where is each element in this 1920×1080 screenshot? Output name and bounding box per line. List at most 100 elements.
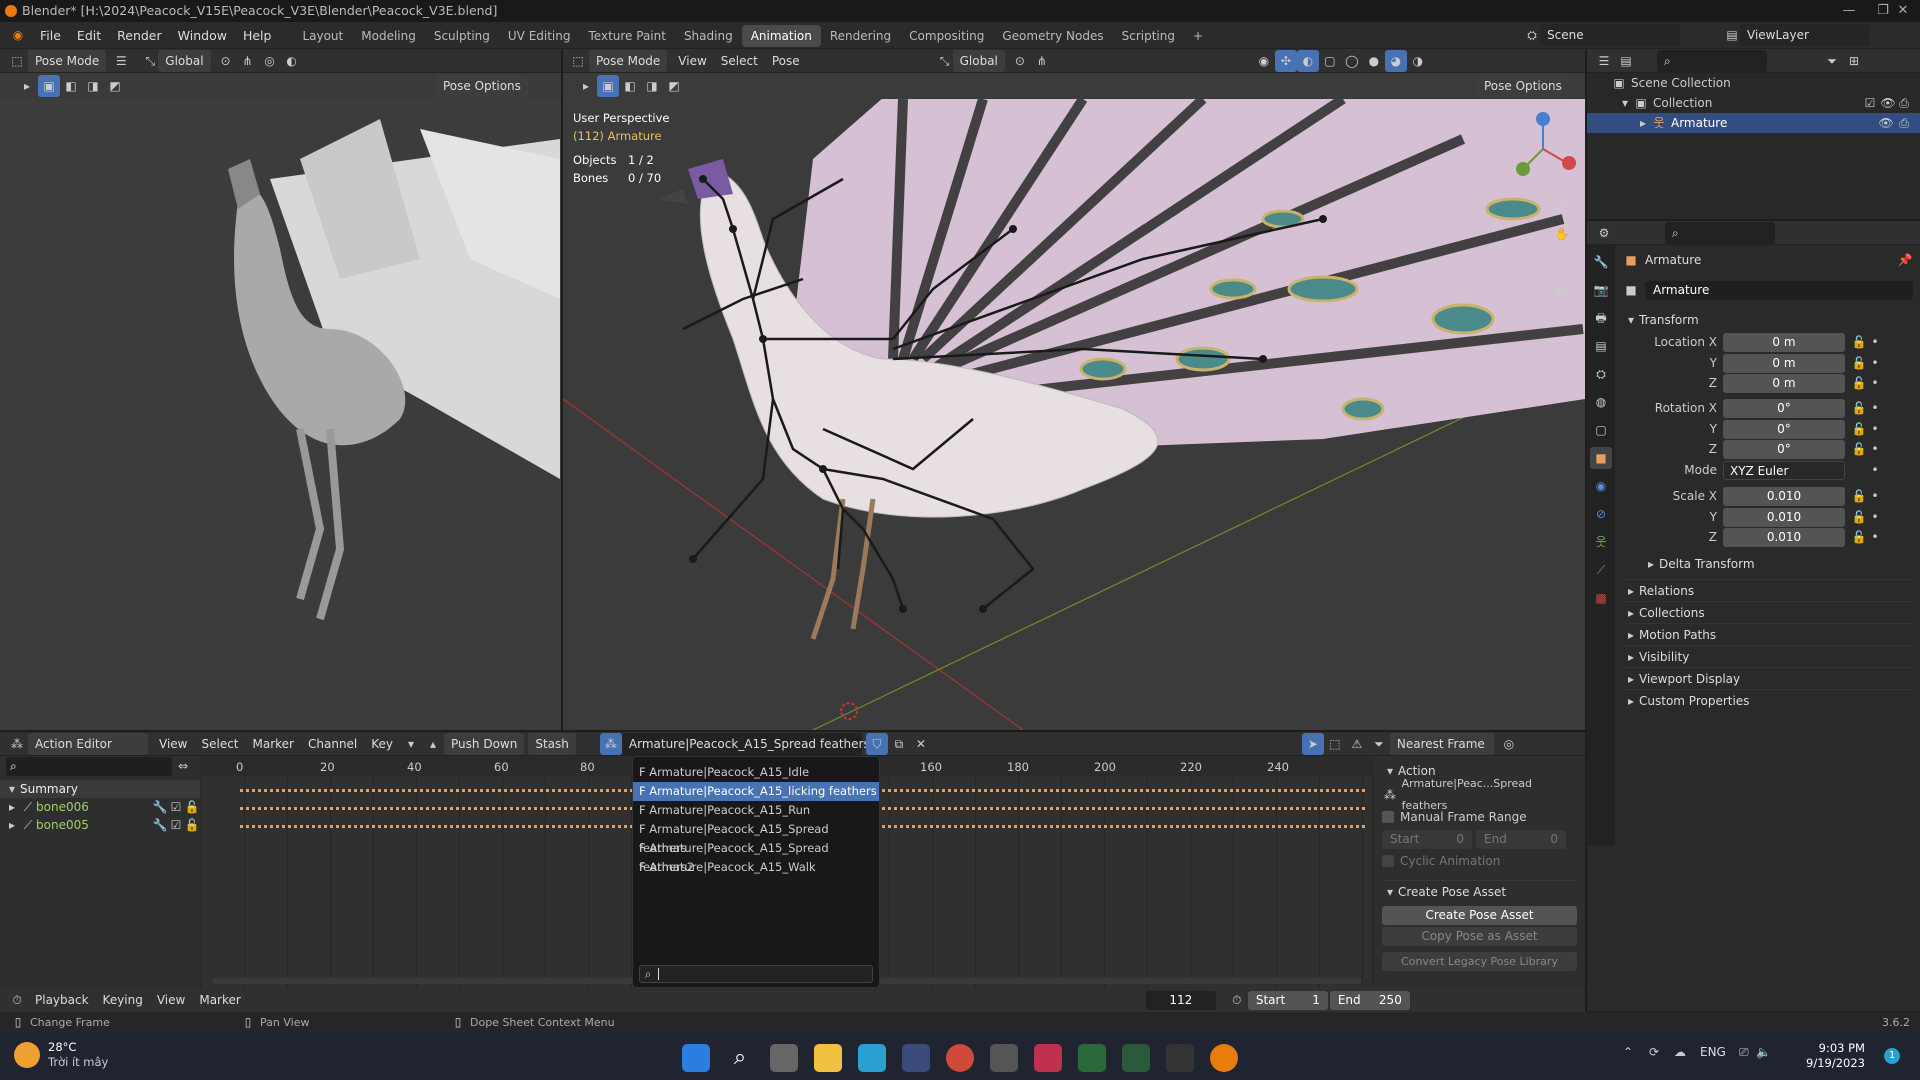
only-selected-icon[interactable]: ➤ <box>1301 732 1324 755</box>
tab-rendering[interactable]: Rendering <box>821 25 900 47</box>
constraint-tab-icon[interactable]: ⊘ <box>1590 503 1612 525</box>
eye-icon[interactable]: 👁 <box>1880 95 1896 111</box>
menu-window[interactable]: Window <box>170 22 235 49</box>
search-icon[interactable]: ⌕ <box>726 1044 754 1072</box>
proportional-icon[interactable]: ◎ <box>259 50 281 72</box>
outliner-search-icon[interactable]: ⌕ <box>1657 49 1767 72</box>
lock-icon[interactable]: 🔓 <box>1851 421 1867 437</box>
bone-tab-icon[interactable]: ⟋ <box>1590 559 1612 581</box>
range-start-field[interactable]: Start 0 <box>1382 829 1472 849</box>
scene-name[interactable]: Scene <box>1540 24 1680 46</box>
armature-render-icon[interactable]: ⎙ <box>1896 115 1912 131</box>
left-mode-dropdown[interactable]: Pose Mode <box>28 49 107 72</box>
texture-tab-icon[interactable]: ▩ <box>1590 587 1612 609</box>
main-snap-icon[interactable]: ⋔ <box>1031 50 1053 72</box>
minimize-button[interactable]: — <box>1832 0 1866 22</box>
object-data-icon[interactable]: ■ <box>1623 282 1639 298</box>
relations-header[interactable]: ▸ Relations <box>1623 579 1913 601</box>
action-editor-mode-dropdown[interactable]: Action Editor <box>28 732 148 755</box>
scale-y-field[interactable]: 0.010 <box>1723 507 1845 527</box>
keyframe-dot-icon[interactable]: • <box>1867 421 1883 437</box>
left-pose-options[interactable]: Pose Options <box>436 75 528 97</box>
cloud-icon[interactable]: ☁ <box>1672 1044 1688 1060</box>
delta-transform-header[interactable]: ▸ Delta Transform <box>1643 553 1913 575</box>
app-icon-2[interactable] <box>1034 1044 1062 1072</box>
lock-icon[interactable]: 🔓 <box>1851 529 1867 545</box>
render-tab-icon[interactable]: 📷 <box>1590 279 1612 301</box>
transform-header[interactable]: ▾ Transform <box>1623 309 1913 331</box>
main-menu-select[interactable]: Select <box>714 50 765 72</box>
app-icon-4[interactable] <box>1122 1044 1150 1072</box>
add-workspace-icon[interactable]: + <box>1184 25 1212 47</box>
expand-arrow-icon[interactable]: ▸ <box>1635 115 1651 131</box>
app-icon-3[interactable] <box>1078 1044 1106 1072</box>
collection-tab-icon[interactable]: ▢ <box>1590 419 1612 441</box>
left-orientation-dropdown[interactable]: Global <box>158 49 211 72</box>
timeline-menu-keying[interactable]: Keying <box>96 989 150 1011</box>
channel-search-icon[interactable]: ⌕ <box>6 756 173 776</box>
cyclic-row[interactable]: Cyclic Animation <box>1382 850 1577 872</box>
action-option[interactable]: F Armature|Peacock_A15_Walk <box>633 858 879 877</box>
armature-data-tab-icon[interactable]: 웃 <box>1590 531 1612 553</box>
solid-shading-icon[interactable]: ● <box>1363 50 1385 72</box>
lock-icon[interactable]: 🔓 <box>1851 509 1867 525</box>
outliner-display-icon[interactable]: ▤ <box>1615 50 1637 72</box>
lock-icon[interactable]: 🔓 <box>1851 375 1867 391</box>
weather-widget[interactable]: 28°C Trời ít mây <box>14 1040 108 1070</box>
location-z-field[interactable]: 0 m <box>1723 373 1845 393</box>
select-subtract-icon[interactable]: ◨ <box>82 75 104 97</box>
stopwatch-icon[interactable]: ⏱ <box>1226 989 1248 1011</box>
notification-badge[interactable]: 1 <box>1884 1048 1900 1064</box>
main-editor-type-icon[interactable]: ⬚ <box>567 50 589 72</box>
swap-icon[interactable]: ⇔ <box>172 755 194 777</box>
unlink-action-icon[interactable]: ✕ <box>910 733 932 755</box>
keyframe-dot-icon[interactable]: • <box>1867 462 1883 478</box>
dopesheet-editor-icon[interactable]: ⁂ <box>6 733 28 755</box>
summary-expand-icon[interactable]: ▾ <box>4 781 20 797</box>
cyclic-checkbox[interactable] <box>1382 855 1394 867</box>
main-orientation-dropdown[interactable]: Global <box>952 49 1005 72</box>
editor-type-icon[interactable]: ⬚ <box>6 50 28 72</box>
left-viewport[interactable]: ⬚ Pose Mode ☰ ⤡ Global ⊙ ⋔ ◎ ◐ ▸ ▣ ◧ ◨ ◩… <box>0 49 561 730</box>
viewlayer-name[interactable]: ViewLayer <box>1740 24 1870 46</box>
outliner-editor-icon[interactable]: ☰ <box>1593 50 1615 72</box>
ae-menu-channel[interactable]: Channel <box>301 733 364 755</box>
scale-x-field[interactable]: 0.010 <box>1723 486 1845 506</box>
location-y-field[interactable]: 0 m <box>1723 353 1845 373</box>
timeline-menu-marker[interactable]: Marker <box>192 989 247 1011</box>
select-box-icon[interactable]: ▣ <box>38 75 60 97</box>
dropdown-search-input[interactable]: ⌕ <box>639 965 873 983</box>
visibility-header[interactable]: ▸ Visibility <box>1623 645 1913 667</box>
chrome-icon[interactable] <box>946 1044 974 1072</box>
select-extend-icon[interactable]: ◧ <box>60 75 82 97</box>
action-name-field[interactable]: Armature|Peacock_A15_Spread feathers <box>621 732 870 755</box>
main-menu-pose[interactable]: Pose <box>765 50 807 72</box>
overlay-icon[interactable]: ◐ <box>281 50 303 72</box>
tool-tab-icon[interactable]: 🔧 <box>1590 251 1612 273</box>
mute-checkbox-icon[interactable]: ☑ <box>168 817 184 833</box>
main-pose-options[interactable]: Pose Options <box>1477 75 1569 97</box>
wrench-icon[interactable]: 🔧 <box>152 799 168 815</box>
xray-icon[interactable]: ▢ <box>1319 50 1341 72</box>
main-viewport[interactable]: ⬚ Pose Mode View Select Pose ⤡ Global ⊙ … <box>563 49 1585 730</box>
fake-user-shield-icon[interactable]: ⛉ <box>865 732 888 755</box>
main-mode-dropdown[interactable]: Pose Mode <box>589 49 668 72</box>
keyframe-dot-icon[interactable]: • <box>1867 334 1883 350</box>
end-frame-field[interactable]: End 250 <box>1329 990 1410 1010</box>
filter-icon[interactable]: ⏷ <box>1368 733 1390 755</box>
main-menu-view[interactable]: View <box>671 50 713 72</box>
next-layer-icon[interactable]: ▴ <box>422 733 444 755</box>
menu-render[interactable]: Render <box>109 22 170 49</box>
lock-icon[interactable]: 🔓 <box>1851 355 1867 371</box>
blender-menu-icon[interactable]: ◉ <box>10 27 26 43</box>
range-end-field[interactable]: End 0 <box>1476 829 1566 849</box>
menu-edit[interactable]: Edit <box>69 22 109 49</box>
file-explorer-icon[interactable] <box>814 1044 842 1072</box>
main-select-extend-icon[interactable]: ◧ <box>619 75 641 97</box>
wireframe-shading-icon[interactable]: ◯ <box>1341 50 1363 72</box>
ae-menu-view[interactable]: View <box>152 733 194 755</box>
lock-icon[interactable]: 🔓 <box>184 817 200 833</box>
zoom-icon[interactable]: ⊕ <box>1551 195 1573 217</box>
duplicate-action-icon[interactable]: ⧉ <box>888 733 910 755</box>
armature-eye-icon[interactable]: 👁 <box>1878 115 1894 131</box>
